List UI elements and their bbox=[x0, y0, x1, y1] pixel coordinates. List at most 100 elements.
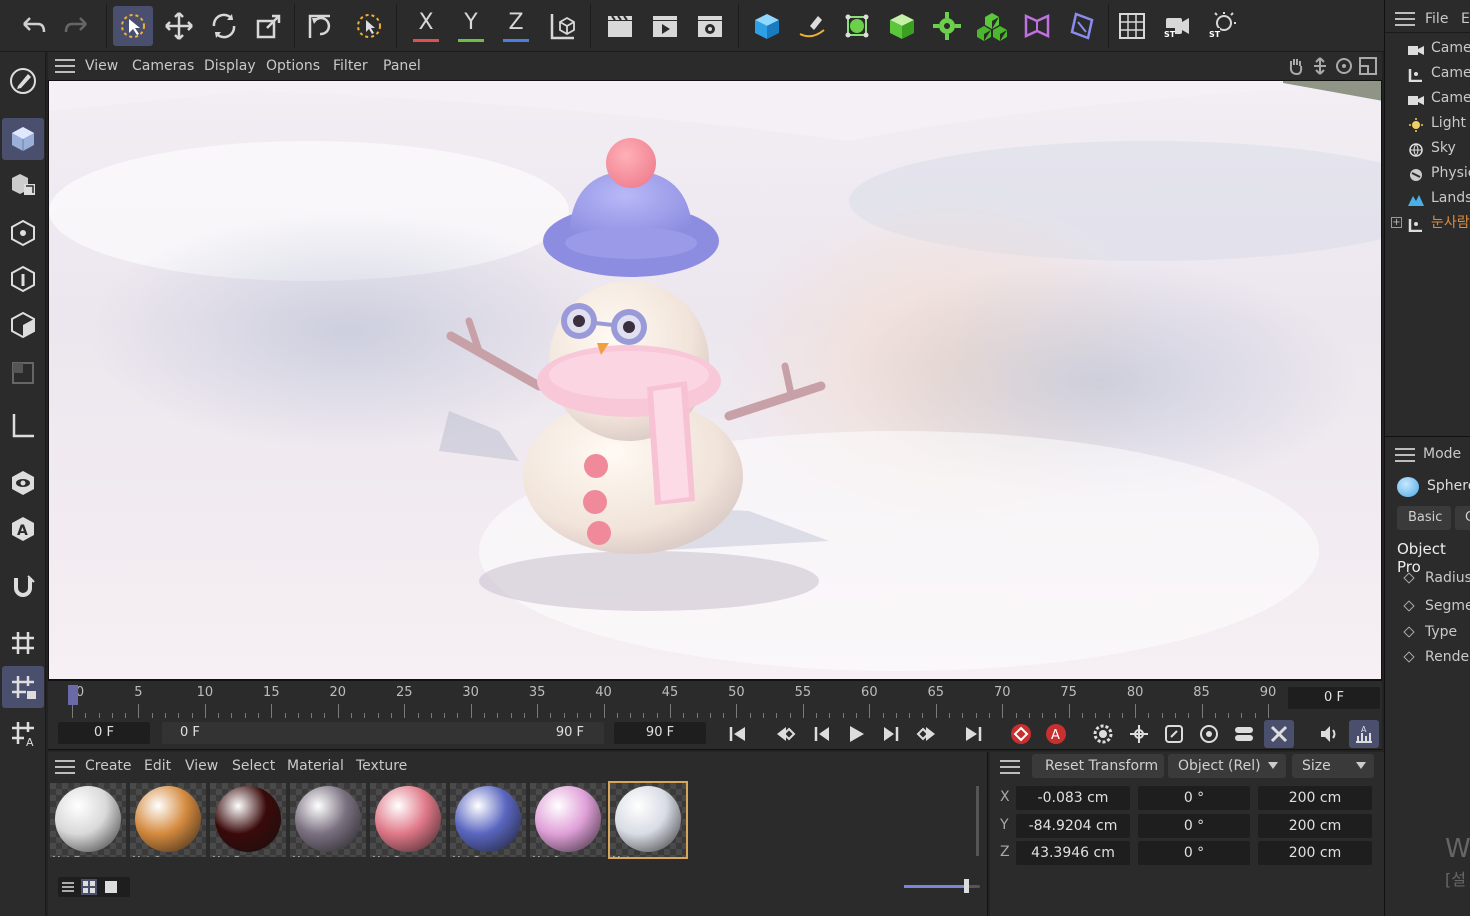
maximize-view-icon[interactable] bbox=[1358, 56, 1378, 76]
sound-icon[interactable] bbox=[1314, 720, 1344, 748]
workplane-icon[interactable] bbox=[2, 622, 44, 664]
key-scale-icon[interactable] bbox=[1159, 720, 1189, 748]
grid-view-icon[interactable] bbox=[81, 879, 97, 895]
text-icon[interactable]: A bbox=[2, 508, 44, 550]
z-axis-icon[interactable]: Z bbox=[496, 6, 536, 46]
coord-rotation-field[interactable]: 0 ° bbox=[1138, 841, 1250, 865]
range-slider[interactable]: 0 F 90 F bbox=[162, 722, 604, 744]
render-picture-viewer-icon[interactable] bbox=[645, 6, 685, 46]
undo-icon[interactable] bbox=[12, 6, 52, 46]
coord-menu-hamburger-icon[interactable] bbox=[1000, 760, 1020, 774]
property-row[interactable]: Segmen bbox=[1403, 598, 1470, 614]
camera-icon[interactable]: ST bbox=[1157, 6, 1197, 46]
go-to-end-icon[interactable] bbox=[958, 720, 988, 748]
recent-tool-icon[interactable] bbox=[300, 6, 340, 46]
object-row[interactable]: Sky bbox=[1407, 136, 1456, 161]
redo-icon[interactable] bbox=[58, 6, 98, 46]
next-frame-icon[interactable] bbox=[876, 720, 906, 748]
start-frame-field[interactable]: 0 F bbox=[58, 722, 150, 744]
uv-icon[interactable] bbox=[2, 352, 44, 394]
deformer-icon[interactable] bbox=[1017, 6, 1057, 46]
material-menu-view[interactable]: View bbox=[185, 752, 218, 780]
mesh-icon[interactable] bbox=[2, 164, 44, 206]
material-swatch[interactable]: Mat.6 bbox=[130, 783, 206, 857]
material-swatch[interactable]: Mat.5 bbox=[210, 783, 286, 857]
property-row[interactable]: Radius bbox=[1403, 570, 1470, 586]
render-view-icon[interactable] bbox=[600, 6, 640, 46]
previous-frame-icon[interactable] bbox=[807, 720, 837, 748]
menu-display[interactable]: Display bbox=[204, 52, 256, 80]
model-icon[interactable] bbox=[2, 118, 44, 160]
reset-transform-button[interactable]: Reset Transform bbox=[1032, 754, 1164, 778]
subdivision-icon[interactable] bbox=[837, 6, 877, 46]
tab-coord[interactable]: C bbox=[1455, 506, 1470, 530]
material-swatch[interactable]: Mat bbox=[608, 781, 688, 859]
go-to-start-icon[interactable] bbox=[723, 720, 753, 748]
coord-rotation-field[interactable]: 0 ° bbox=[1138, 813, 1250, 838]
array-icon[interactable] bbox=[927, 6, 967, 46]
menu-panel[interactable]: Panel bbox=[383, 52, 421, 80]
polygons-icon[interactable] bbox=[2, 304, 44, 346]
coordinate-system-icon[interactable] bbox=[542, 6, 582, 46]
coord-size-field[interactable]: 200 cm bbox=[1258, 813, 1372, 838]
attributes-menu-hamburger-icon[interactable] bbox=[1395, 448, 1415, 462]
floor-grid-icon[interactable] bbox=[1112, 6, 1152, 46]
locked-workplane-text-icon[interactable]: A bbox=[2, 712, 44, 754]
object-row[interactable]: Physic bbox=[1407, 161, 1470, 186]
object-menu-edit[interactable]: Ed bbox=[1461, 5, 1470, 33]
coord-size-field[interactable]: 200 cm bbox=[1258, 786, 1372, 810]
keyframe-diamond-icon[interactable] bbox=[1403, 572, 1415, 584]
playhead[interactable] bbox=[68, 685, 78, 705]
extrude-icon[interactable] bbox=[882, 6, 922, 46]
view-icon[interactable] bbox=[2, 462, 44, 504]
previous-key-icon[interactable] bbox=[771, 720, 801, 748]
points-icon[interactable] bbox=[2, 212, 44, 254]
menu-view[interactable]: View bbox=[85, 52, 118, 80]
key-rotation-icon[interactable] bbox=[1194, 720, 1224, 748]
material-swatch[interactable]: Mat.4 bbox=[290, 783, 366, 857]
y-axis-icon[interactable]: Y bbox=[451, 6, 491, 46]
object-row[interactable]: 눈사람 bbox=[1407, 211, 1470, 236]
workplane-lock-icon[interactable] bbox=[2, 666, 44, 708]
snap-magnet-icon[interactable] bbox=[2, 566, 44, 608]
field-icon[interactable] bbox=[1062, 6, 1102, 46]
object-row[interactable]: Camer bbox=[1407, 36, 1470, 61]
object-row[interactable]: Camer bbox=[1407, 61, 1470, 86]
menu-options[interactable]: Options bbox=[266, 52, 320, 80]
next-key-icon[interactable] bbox=[911, 720, 941, 748]
rotate-icon[interactable] bbox=[204, 6, 244, 46]
render-settings-icon[interactable] bbox=[690, 6, 730, 46]
key-pla-icon[interactable] bbox=[1264, 720, 1294, 748]
coord-size-field[interactable]: 200 cm bbox=[1258, 841, 1372, 865]
menu-filter[interactable]: Filter bbox=[333, 52, 368, 80]
object-menu-hamburger-icon[interactable] bbox=[1395, 12, 1415, 26]
keyframe-diamond-icon[interactable] bbox=[1403, 626, 1415, 638]
keyframe-diamond-icon[interactable] bbox=[1403, 651, 1415, 663]
coord-position-field[interactable]: 43.3946 cm bbox=[1016, 841, 1130, 865]
pan-hand-icon[interactable] bbox=[1286, 56, 1306, 76]
end-frame-field[interactable]: 90 F bbox=[614, 722, 706, 744]
current-frame-field[interactable]: 0 F bbox=[1288, 687, 1380, 709]
material-scrollbar[interactable] bbox=[976, 786, 979, 856]
play-icon[interactable] bbox=[841, 720, 871, 748]
orbit-icon[interactable] bbox=[1334, 56, 1354, 76]
attributes-mode-label[interactable]: Mode bbox=[1423, 440, 1461, 468]
large-view-icon[interactable] bbox=[103, 879, 119, 895]
viewport-menu-hamburger-icon[interactable] bbox=[55, 59, 75, 73]
material-zoom-slider[interactable] bbox=[904, 879, 980, 893]
cube-icon[interactable] bbox=[747, 6, 787, 46]
material-swatch[interactable]: Mat.1 bbox=[530, 783, 606, 857]
object-menu-file[interactable]: File bbox=[1425, 5, 1448, 33]
live-selection-icon[interactable] bbox=[113, 6, 153, 46]
list-view-icon[interactable] bbox=[60, 879, 76, 895]
material-menu-material[interactable]: Material bbox=[287, 752, 344, 780]
material-swatch[interactable]: Mat.3 bbox=[370, 783, 446, 857]
size-mode-dropdown[interactable]: Size bbox=[1292, 754, 1374, 778]
dolly-arrows-icon[interactable] bbox=[1310, 56, 1330, 76]
menu-cameras[interactable]: Cameras bbox=[132, 52, 194, 80]
timeline-view-icon[interactable]: A bbox=[1349, 720, 1379, 748]
material-swatch[interactable]: Mat.7 bbox=[50, 783, 126, 857]
keyframe-diamond-icon[interactable] bbox=[1403, 600, 1415, 612]
coord-position-field[interactable]: -0.083 cm bbox=[1016, 786, 1130, 810]
x-axis-icon[interactable]: X bbox=[406, 6, 446, 46]
